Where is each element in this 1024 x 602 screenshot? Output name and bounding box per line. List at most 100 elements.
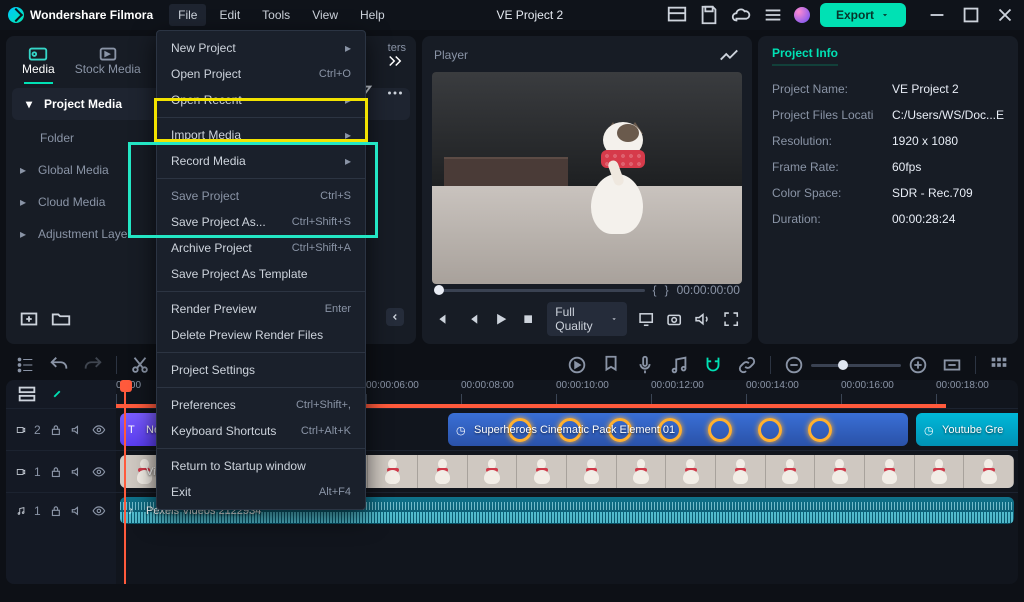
display-icon[interactable] [637,308,655,330]
menu-shortcut: Ctrl+Shift+A [292,242,351,254]
redo-icon[interactable] [82,354,104,376]
file-menu-item[interactable]: New Project▸ [157,35,365,61]
menu-lines-icon[interactable] [762,4,784,26]
step-back-icon[interactable] [462,308,480,330]
track-head-v2[interactable]: 2 [6,408,116,450]
file-menu-item[interactable]: Import Media▸ [157,122,365,148]
eye-icon[interactable] [92,500,106,522]
save-icon[interactable] [698,4,720,26]
link-track-icon[interactable] [46,383,68,405]
track-options-icon[interactable] [16,383,38,405]
track-head-a1[interactable]: 1 [6,492,116,528]
zoom-fit-icon[interactable] [941,354,963,376]
mute-icon[interactable] [70,500,84,522]
file-menu-item[interactable]: PreferencesCtrl+Shift+, [157,392,365,418]
new-folder-icon[interactable] [50,308,72,330]
player-scrubber[interactable]: { } 00:00:00:00 [432,284,742,296]
stop-icon[interactable] [519,308,537,330]
cut-icon[interactable] [129,354,151,376]
submenu-arrow-icon: ▸ [345,93,351,107]
magnet-icon[interactable] [702,354,724,376]
menu-tools[interactable]: Tools [253,4,299,26]
fullscreen-icon[interactable] [722,308,740,330]
file-menu-item[interactable]: Render PreviewEnter [157,296,365,322]
play-icon[interactable] [491,308,509,330]
voice-icon[interactable] [634,354,656,376]
menu-help[interactable]: Help [351,4,394,26]
eye-icon[interactable] [92,419,106,441]
tab-stock[interactable]: Stock Media [67,40,149,82]
menu-item-label: Return to Startup window [171,459,306,473]
menu-edit[interactable]: Edit [210,4,249,26]
link-icon[interactable] [736,354,758,376]
file-menu-item[interactable]: ExitAlt+F4 [157,479,365,505]
file-menu-item[interactable]: Project Settings [157,357,365,383]
more-icon[interactable] [384,82,406,104]
file-menu-item[interactable]: Return to Startup window [157,453,365,479]
file-menu-item[interactable]: Open ProjectCtrl+O [157,61,365,87]
file-menu-item[interactable]: Save Project As Template [157,261,365,287]
track-head-v1[interactable]: 1 [6,450,116,492]
ruler-tick: 00:00:10:00 [556,380,609,391]
info-value: 1920 x 1080 [892,134,958,148]
menu-shortcut: Ctrl+O [319,68,351,80]
lock-icon[interactable] [49,461,63,483]
clip-effect2[interactable]: ◷ Youtube Gre [916,413,1018,446]
user-avatar[interactable] [794,7,810,23]
undo-icon[interactable] [48,354,70,376]
player-preview[interactable] [432,72,742,284]
export-button[interactable]: Export [820,3,906,27]
info-key: Color Space: [772,186,892,200]
sidebar-item-label: Project Media [44,97,122,111]
snapshot-icon[interactable] [665,308,683,330]
clip-effect[interactable]: ◷ Superheroes Cinematic Pack Element 01 [448,413,908,446]
menu-item-label: Record Media [171,154,246,168]
mark-in-icon[interactable]: { [653,283,657,297]
mute-icon[interactable] [70,419,84,441]
file-menu-item[interactable]: Save ProjectCtrl+S [157,183,365,209]
info-value: 00:00:28:24 [892,212,955,226]
menu-view[interactable]: View [303,4,347,26]
menu-file[interactable]: File [169,4,206,26]
info-row: Frame Rate:60fps [772,154,1004,180]
minimize-icon[interactable] [926,4,948,26]
quality-select[interactable]: Full Quality [547,302,626,336]
zoom-slider[interactable] [811,364,901,367]
file-menu-item[interactable]: Delete Preview Render Files [157,322,365,348]
marker-icon[interactable] [600,354,622,376]
timeline-menu-icon[interactable] [14,354,36,376]
prev-frame-icon[interactable] [434,308,452,330]
file-menu-item[interactable]: Open Recent▸ [157,87,365,113]
clip-label: Youtube Gre [942,424,1003,436]
zoom-out-icon[interactable] [783,354,805,376]
title-clip-icon: T [128,424,140,436]
mute-icon[interactable] [70,461,84,483]
layout-icon[interactable] [666,4,688,26]
playhead[interactable] [124,380,126,584]
close-icon[interactable] [994,4,1016,26]
lock-icon[interactable] [49,500,63,522]
video-track-icon [16,464,26,480]
scopes-icon[interactable] [718,44,740,66]
info-value: C:/Users/WS/Doc...E [892,108,1004,122]
tab-media-label: Media [22,62,55,76]
music-icon[interactable] [668,354,690,376]
zoom-in-icon[interactable] [907,354,929,376]
cloud-icon[interactable] [730,4,752,26]
collapse-sidebar-icon[interactable] [386,308,404,326]
menu-item-label: Exit [171,485,191,499]
eye-icon[interactable] [92,461,106,483]
render-icon[interactable] [566,354,588,376]
mark-out-icon[interactable]: } [665,283,669,297]
grid-view-icon[interactable] [988,354,1010,376]
maximize-icon[interactable] [960,4,982,26]
lock-icon[interactable] [49,419,63,441]
menu-shortcut: Ctrl+Shift+, [296,399,351,411]
file-menu-item[interactable]: Save Project As...Ctrl+Shift+S [157,209,365,235]
tab-media[interactable]: Media [14,40,63,82]
file-menu-item[interactable]: Archive ProjectCtrl+Shift+A [157,235,365,261]
file-menu-item[interactable]: Keyboard ShortcutsCtrl+Alt+K [157,418,365,444]
file-menu-item[interactable]: Record Media▸ [157,148,365,174]
new-bin-icon[interactable] [18,308,40,330]
volume-icon[interactable] [693,308,711,330]
